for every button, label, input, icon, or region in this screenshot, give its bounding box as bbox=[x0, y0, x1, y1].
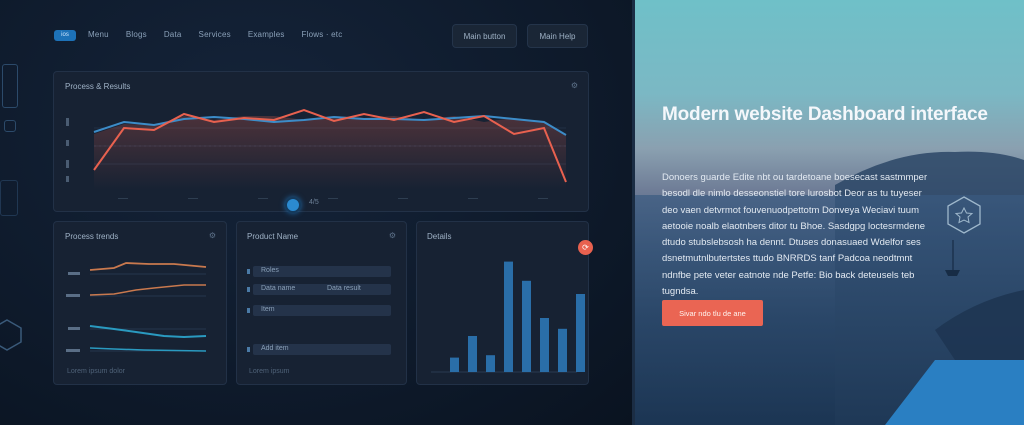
svg-text:——: —— bbox=[118, 196, 128, 202]
svg-text:——: —— bbox=[188, 196, 198, 202]
nav-item-services[interactable]: Services bbox=[199, 30, 231, 39]
main-button[interactable]: Main button bbox=[452, 24, 517, 48]
list-item[interactable]: Item bbox=[247, 305, 391, 316]
nav-item-menu[interactable]: Menu bbox=[88, 30, 109, 39]
bar bbox=[504, 261, 513, 372]
side-bracket-decoration-2 bbox=[0, 180, 18, 216]
nav-item-blogs[interactable]: Blogs bbox=[126, 30, 147, 39]
bar bbox=[576, 294, 585, 372]
svg-text:——: —— bbox=[468, 196, 478, 202]
logo[interactable]: ios bbox=[54, 30, 76, 41]
list-footer: Lorem ipsum bbox=[249, 368, 290, 375]
side-bracket-decoration bbox=[2, 64, 18, 108]
hero-body-text: Donoers guarde Edite nbt ou tardetoane b… bbox=[662, 172, 928, 298]
alert-badge[interactable]: ⟳ bbox=[578, 240, 593, 255]
side-square-decoration bbox=[4, 120, 16, 132]
product-list-panel: Product Name ⚙ Roles Data name Data resu… bbox=[236, 221, 407, 385]
trend-line-orange bbox=[89, 262, 207, 271]
bar bbox=[450, 357, 459, 372]
nav-item-data[interactable]: Data bbox=[164, 30, 182, 39]
bullet-icon bbox=[247, 287, 250, 292]
trends-footer: Lorem ipsum dolor bbox=[67, 368, 125, 375]
nav-item-flows[interactable]: Flows · etc bbox=[302, 30, 343, 39]
list-item[interactable]: Data name Data result bbox=[247, 284, 391, 295]
trends-chart bbox=[66, 262, 207, 352]
dashboard-area: ios Menu Blogs Data Services Examples Fl… bbox=[0, 0, 634, 425]
settings-icon[interactable]: ⚙ bbox=[389, 231, 396, 240]
bar bbox=[486, 355, 495, 372]
bullet-icon bbox=[247, 347, 250, 352]
product-list-title: Product Name bbox=[247, 232, 299, 241]
trend-line-orange-2 bbox=[89, 284, 206, 296]
main-line-chart: —— —— —— —— —— —— —— bbox=[66, 108, 567, 202]
star-badge-icon bbox=[947, 196, 981, 234]
bar bbox=[468, 336, 477, 372]
hero-title: Modern website Dashboard interface bbox=[662, 104, 988, 125]
hero-cta-button[interactable]: Sivar ndo tlu de ane bbox=[662, 300, 763, 326]
help-button[interactable]: Main Help bbox=[527, 24, 588, 48]
details-bar-panel: Details bbox=[416, 221, 589, 385]
main-chart-panel: Process & Results ⚙ —— —— —— —— —— —— —— bbox=[53, 71, 589, 212]
hexagon-decoration-icon bbox=[0, 319, 22, 351]
list-item-label: Item bbox=[261, 306, 275, 313]
top-nav: Menu Blogs Data Services Examples Flows … bbox=[88, 30, 342, 39]
svg-text:——: —— bbox=[328, 196, 338, 202]
nav-item-examples[interactable]: Examples bbox=[248, 30, 285, 39]
svg-text:——: —— bbox=[398, 196, 408, 202]
trends-panel: Process trends ⚙ Lorem ipsum dolor bbox=[53, 221, 227, 385]
list-item-label: Add item bbox=[261, 345, 289, 352]
bar bbox=[540, 318, 549, 372]
pager-label: 4/5 bbox=[309, 199, 319, 206]
carousel-active-dot[interactable] bbox=[285, 197, 301, 213]
bullet-icon bbox=[247, 269, 250, 274]
bullet-icon bbox=[247, 308, 250, 313]
details-bar-chart bbox=[431, 261, 585, 373]
list-item-label: Data name bbox=[261, 285, 296, 292]
list-item[interactable]: Roles bbox=[247, 266, 391, 277]
list-item-label: Roles bbox=[261, 267, 279, 274]
trend-line-cyan bbox=[89, 325, 207, 339]
bar bbox=[558, 328, 567, 372]
bar bbox=[522, 280, 531, 372]
svg-text:——: —— bbox=[258, 196, 268, 202]
list-item-value: Data result bbox=[327, 285, 361, 292]
line-area-fill bbox=[94, 116, 566, 190]
list-item[interactable]: Add item bbox=[247, 344, 391, 355]
svg-text:——: —— bbox=[538, 196, 548, 202]
hero-section: Modern website Dashboard interface Donoe… bbox=[635, 0, 1024, 425]
